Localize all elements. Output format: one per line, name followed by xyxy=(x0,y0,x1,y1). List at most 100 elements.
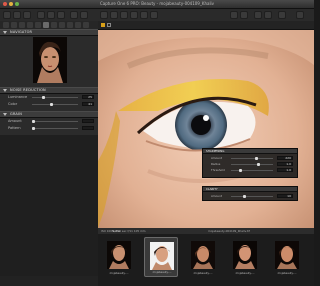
grain-amount-label: Amount xyxy=(8,119,22,123)
sharpening-threshold-slider[interactable] xyxy=(231,169,273,172)
tab-metadata[interactable] xyxy=(67,22,73,28)
sharpening-amount-knob[interactable] xyxy=(255,157,258,160)
navigator-preview[interactable] xyxy=(33,37,67,83)
sharpening-amount-value[interactable]: 220 xyxy=(277,156,293,160)
chevron-down-icon xyxy=(3,89,7,92)
grain-pattern-label: Pattern xyxy=(8,126,21,130)
color-label: Color xyxy=(8,102,18,106)
settings-icon[interactable] xyxy=(296,11,304,19)
tab-lens[interactable] xyxy=(35,22,41,28)
navigator-title: NAVIGATOR xyxy=(10,30,33,34)
grain-amount-value[interactable] xyxy=(82,119,94,123)
noise-reduction-header[interactable]: NOISE REDUCTION xyxy=(0,87,98,94)
grain-amount-slider-knob[interactable] xyxy=(32,120,35,123)
tab-local[interactable] xyxy=(51,22,57,28)
clarity-floating-panel: CLARITY Amount 10 xyxy=(202,186,298,201)
grain-pattern-slider[interactable] xyxy=(32,127,78,130)
luminance-value[interactable]: 25 xyxy=(82,95,94,99)
viewer-toolbar xyxy=(98,21,314,30)
thumbnail-image xyxy=(233,241,257,269)
paste-icon[interactable] xyxy=(80,11,88,19)
sharpening-threshold-knob[interactable] xyxy=(239,169,242,172)
thumbnail[interactable]: mojabeauty-... xyxy=(270,237,304,277)
grid-view-icon[interactable] xyxy=(230,11,238,19)
navigator-thumbnail xyxy=(33,37,67,83)
sharpening-amount-slider[interactable] xyxy=(231,157,273,160)
crop-icon[interactable] xyxy=(110,11,118,19)
grain-pattern-value[interactable] xyxy=(82,126,94,130)
sharpening-radius-slider[interactable] xyxy=(231,163,273,166)
sort-label: Name xyxy=(112,229,121,233)
thumbnail[interactable]: mojabeauty-... xyxy=(228,237,262,277)
reset-icon[interactable] xyxy=(57,11,65,19)
fullscreen-icon[interactable] xyxy=(278,11,286,19)
sharpening-floating-panel: SHARPENING Amount 220 Radius 1.0 Thresho… xyxy=(202,148,298,178)
viewer-mode-icon[interactable] xyxy=(101,23,105,27)
sharpening-amount-label: Amount xyxy=(211,156,222,160)
thumbnail-caption: mojabeauty-... xyxy=(152,271,172,274)
import-icon[interactable] xyxy=(3,11,11,19)
window-title: Capture One 6 PRO: Beauty - mojabeauty-0… xyxy=(99,1,215,6)
viewer-compare-icon[interactable] xyxy=(107,23,111,27)
proof-icon[interactable] xyxy=(254,11,262,19)
clarity-amount-value[interactable]: 10 xyxy=(277,194,293,198)
tab-output[interactable] xyxy=(75,22,81,28)
tab-color[interactable] xyxy=(19,22,25,28)
sharpening-header[interactable]: SHARPENING xyxy=(203,149,297,154)
sharpening-radius-knob[interactable] xyxy=(257,163,260,166)
sharpening-radius-value[interactable]: 1.0 xyxy=(277,162,293,166)
tab-details[interactable] xyxy=(43,22,49,28)
tab-adjust[interactable] xyxy=(59,22,65,28)
tab-capture[interactable] xyxy=(11,22,17,28)
grain-title: GRAIN xyxy=(10,112,23,116)
thumbnail[interactable]: mojabeauty-... xyxy=(102,237,136,277)
rotate-icon[interactable] xyxy=(120,11,128,19)
color-slider[interactable] xyxy=(32,103,78,106)
tab-exposure[interactable] xyxy=(27,22,33,28)
sharpening-threshold-label: Threshold xyxy=(211,168,225,172)
filmstrip-sort[interactable]: Name xyxy=(112,229,120,233)
exif-info: ISO 100 1/250 sec f/11 105 mm xyxy=(101,229,146,233)
color-slider-knob[interactable] xyxy=(50,103,53,106)
luminance-slider[interactable] xyxy=(32,96,78,99)
chevron-down-icon xyxy=(3,31,7,34)
folder-icon[interactable] xyxy=(13,11,21,19)
thumbnail-image xyxy=(150,242,174,270)
copy-icon[interactable] xyxy=(70,11,78,19)
clarity-amount-slider[interactable] xyxy=(231,195,273,198)
navigator-header[interactable]: NAVIGATOR xyxy=(0,29,98,36)
luminance-slider-knob[interactable] xyxy=(42,96,45,99)
tool-panel-empty xyxy=(0,135,98,276)
hand-icon[interactable] xyxy=(100,11,108,19)
thumbnail[interactable]: mojabeauty-... xyxy=(186,237,220,277)
color-value[interactable]: 41 xyxy=(82,102,94,106)
thumbnail-selected[interactable]: mojabeauty-... xyxy=(144,237,178,277)
clarity-header[interactable]: CLARITY xyxy=(203,187,297,192)
grain-pattern-slider-knob[interactable] xyxy=(32,127,35,130)
thumbnail-caption: mojabeauty-... xyxy=(235,272,255,275)
grain-header[interactable]: GRAIN xyxy=(0,111,98,118)
spot-icon[interactable] xyxy=(140,11,148,19)
redo-icon[interactable] xyxy=(47,11,55,19)
sharpening-radius-label: Radius xyxy=(211,162,221,166)
undo-icon[interactable] xyxy=(37,11,45,19)
grain-amount-slider[interactable] xyxy=(32,120,78,123)
luminance-label: Luminance xyxy=(8,95,28,99)
eyedropper-icon[interactable] xyxy=(150,11,158,19)
tab-batch[interactable] xyxy=(83,22,89,28)
clarity-amount-knob[interactable] xyxy=(243,195,246,198)
capture-icon[interactable] xyxy=(23,11,31,19)
sharpening-threshold-value[interactable]: 1.0 xyxy=(277,168,293,172)
single-view-icon[interactable] xyxy=(240,11,248,19)
chevron-down-icon xyxy=(3,113,7,116)
clarity-amount-label: Amount xyxy=(211,194,222,198)
title-bar: Capture One 6 PRO: Beauty - mojabeauty-0… xyxy=(0,0,314,9)
image-viewer[interactable]: SHARPENING Amount 220 Radius 1.0 Thresho… xyxy=(98,21,314,228)
grain-panel: GRAIN Amount Pattern xyxy=(0,111,98,135)
panel-footer xyxy=(0,276,98,286)
filmstrip: mojabeauty-... mojabeauty-... mojabeauty… xyxy=(98,234,314,286)
exposure-warning-icon[interactable] xyxy=(264,11,272,19)
navigator-panel: NAVIGATOR xyxy=(0,29,98,87)
keystone-icon[interactable] xyxy=(130,11,138,19)
tab-library[interactable] xyxy=(3,22,9,28)
